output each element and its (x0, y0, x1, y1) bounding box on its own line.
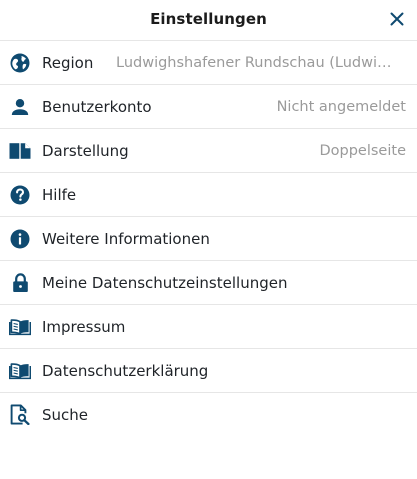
settings-item-info[interactable]: Weitere Informationen (0, 217, 417, 261)
settings-item-label: Datenschutzerklärung (42, 361, 209, 380)
globe-icon (9, 52, 31, 74)
settings-item-value: Ludwighshafener Rundschau (Ludwi… (116, 54, 392, 71)
settings-item-value: Nicht angemeldet (276, 98, 406, 115)
lock-icon (9, 272, 31, 294)
close-button[interactable] (387, 9, 407, 29)
open-book-icon (9, 316, 31, 338)
settings-item-label: Suche (42, 405, 89, 424)
settings-item-label: Region (42, 53, 94, 72)
settings-item-value: Doppelseite (319, 142, 406, 159)
settings-item-privacy-policy[interactable]: Datenschutzerklärung (0, 349, 417, 393)
settings-item-label: Weitere Informationen (42, 229, 210, 248)
document-search-icon (9, 404, 31, 426)
settings-item-search[interactable]: Suche (0, 393, 417, 436)
settings-panel: Einstellungen Region Ludwighshafener Run… (0, 0, 417, 479)
info-icon (9, 228, 31, 250)
settings-item-privacy-settings[interactable]: Meine Datenschutzeinstellungen (0, 261, 417, 305)
book-icon (9, 140, 31, 162)
settings-item-label: Impressum (42, 317, 126, 336)
settings-header: Einstellungen (0, 0, 417, 41)
settings-item-label: Benutzerkonto (42, 97, 152, 116)
settings-item-label: Hilfe (42, 185, 77, 204)
user-icon (9, 96, 31, 118)
settings-item-display[interactable]: Darstellung Doppelseite (0, 129, 417, 173)
settings-item-help[interactable]: Hilfe (0, 173, 417, 217)
open-book-icon (9, 360, 31, 382)
settings-item-label: Meine Datenschutzeinstellungen (42, 273, 288, 292)
help-icon (9, 184, 31, 206)
settings-list: Region Ludwighshafener Rundschau (Ludwi…… (0, 41, 417, 436)
settings-item-region[interactable]: Region Ludwighshafener Rundschau (Ludwi… (0, 41, 417, 85)
settings-item-account[interactable]: Benutzerkonto Nicht angemeldet (0, 85, 417, 129)
page-title: Einstellungen (150, 10, 267, 28)
close-icon (390, 12, 404, 26)
settings-item-label: Darstellung (42, 141, 129, 160)
settings-item-imprint[interactable]: Impressum (0, 305, 417, 349)
